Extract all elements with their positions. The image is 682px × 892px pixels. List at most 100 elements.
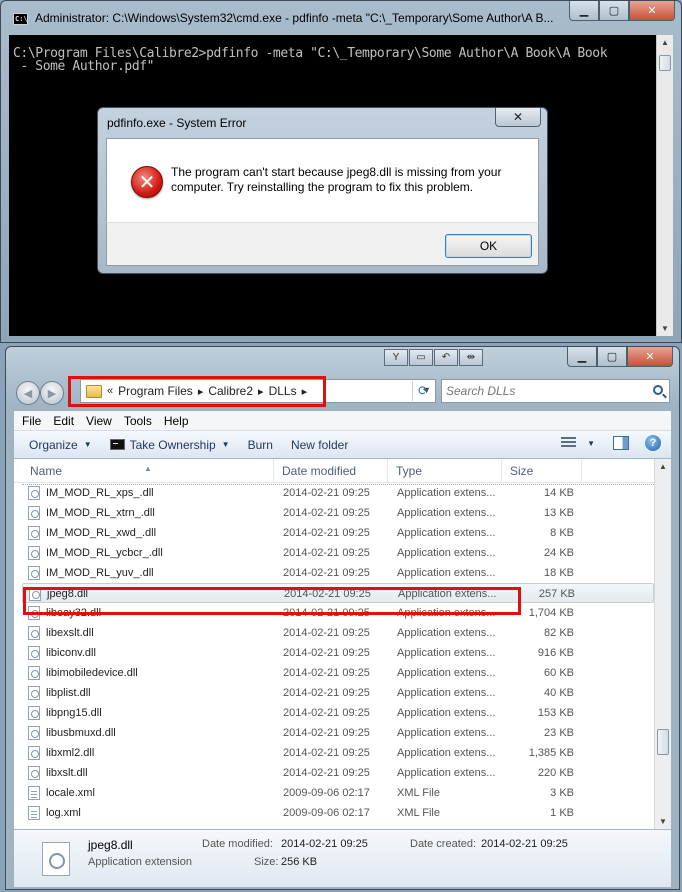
scroll-down-icon[interactable]: ▼: [659, 817, 667, 826]
file-size: 916 KB: [537, 647, 574, 659]
view-tool-icon[interactable]: ▭: [409, 349, 433, 366]
dll-file-icon: [28, 526, 40, 540]
details-size: 256 KB: [281, 856, 318, 868]
column-type[interactable]: Type: [388, 459, 502, 483]
breadcrumb-dlls[interactable]: DLLs: [269, 384, 297, 398]
file-name: log.xml: [46, 807, 81, 819]
search-icon[interactable]: [653, 385, 663, 395]
breadcrumb-program-files[interactable]: Program Files: [118, 384, 193, 398]
cmd-scrollbar[interactable]: ▲ ▼: [656, 35, 673, 336]
folder-icon: [86, 384, 102, 398]
menu-help[interactable]: Help: [164, 414, 189, 428]
breadcrumb-chevron-icon[interactable]: ▸: [258, 385, 264, 398]
cmd-minimize-button[interactable]: ▁: [569, 1, 599, 21]
table-row[interactable]: locale.xml 2009-09-06 02:17 XML File 3 KB: [22, 783, 654, 803]
file-size: 153 KB: [537, 707, 574, 719]
table-row[interactable]: libiconv.dll 2014-02-21 09:25 Application …: [22, 643, 654, 663]
file-type: Application extens...: [397, 727, 496, 739]
arrow-left-icon: ◀: [23, 387, 33, 400]
column-name[interactable]: ▲ Name: [22, 459, 274, 483]
cmd-app-icon: C:\: [13, 13, 28, 25]
table-row[interactable]: IM_MOD_RL_xps_.dll 2014-02-21 09:25 Applic…: [22, 483, 654, 503]
table-row[interactable]: libxml2.dll 2014-02-21 09:25 Application e…: [22, 743, 654, 763]
refresh-icon: ⟳: [418, 383, 429, 398]
table-row[interactable]: log.xml 2009-09-06 02:17 XML File 1 KB: [22, 803, 654, 823]
file-list-scrollbar[interactable]: ▲ ▼: [654, 459, 671, 829]
file-date: 2014-02-21 09:25: [283, 727, 370, 739]
file-list-scroll-thumb[interactable]: [657, 729, 669, 755]
burn-label: Burn: [247, 437, 273, 452]
cmd-close-button[interactable]: ✕: [629, 1, 675, 21]
cmd-titlebar[interactable]: C:\ Administrator: C:\Windows\System32\c…: [1, 1, 681, 35]
refresh-button[interactable]: ⟳: [412, 381, 434, 401]
scroll-up-icon[interactable]: ▲: [659, 462, 667, 471]
file-name: libplist.dll: [46, 687, 91, 699]
table-row[interactable]: IM_MOD_RL_xtrn_.dll 2014-02-21 09:25 Appli…: [22, 503, 654, 523]
breadcrumb-overflow[interactable]: «: [107, 385, 113, 397]
explorer-maximize-button[interactable]: ▢: [597, 347, 627, 367]
menu-tools[interactable]: Tools: [124, 414, 152, 428]
scroll-up-icon[interactable]: ▲: [661, 38, 669, 47]
address-bar[interactable]: « Program Files ▸ Calibre2 ▸ DLLs ▸ ▼: [80, 379, 436, 403]
preview-pane-icon[interactable]: [613, 436, 629, 450]
details-date-modified: 2014-02-21 09:25: [281, 838, 368, 850]
burn-button[interactable]: Burn: [248, 438, 273, 452]
table-row[interactable]: libimobiledevice.dll 2014-02-21 09:25 Appl…: [22, 663, 654, 683]
properties-tool-icon[interactable]: Y: [384, 349, 408, 366]
ok-button[interactable]: OK: [445, 234, 532, 258]
breadcrumb-chevron-icon[interactable]: ▸: [198, 385, 204, 398]
column-date-modified[interactable]: Date modified: [274, 459, 388, 483]
breadcrumb-calibre2[interactable]: Calibre2: [208, 384, 253, 398]
menu-edit[interactable]: Edit: [53, 414, 74, 428]
table-row[interactable]: IM_MOD_RL_yuv_.dll 2014-02-21 09:25 Applic…: [22, 563, 654, 583]
organize-button[interactable]: Organize ▼: [29, 438, 92, 452]
views-icon[interactable]: [561, 437, 577, 449]
dialog-close-button[interactable]: ✕: [495, 108, 541, 127]
table-row[interactable]: libeay32.dll 2014-02-21 09:25 Application …: [22, 603, 654, 623]
new-folder-label: New folder: [290, 437, 349, 452]
menu-file[interactable]: File: [22, 414, 41, 428]
column-size[interactable]: Size: [502, 459, 582, 483]
table-row-selected[interactable]: jpeg8.dll 2014-02-21 09:25 Application ext…: [22, 583, 654, 603]
file-size: 14 KB: [544, 487, 574, 499]
table-row[interactable]: libxslt.dll 2014-02-21 09:25 Application e…: [22, 763, 654, 783]
explorer-minimize-button[interactable]: ▁: [567, 347, 597, 367]
file-size: 1,385 KB: [528, 747, 574, 759]
forward-button[interactable]: ▶: [40, 381, 64, 405]
split-tool-icon[interactable]: ⇹: [459, 349, 483, 366]
cmd-scroll-thumb[interactable]: [659, 55, 671, 71]
undo-tool-icon[interactable]: ↶: [434, 349, 458, 366]
table-row[interactable]: libpng15.dll 2014-02-21 09:25 Application …: [22, 703, 654, 723]
minimize-icon: ▁: [577, 351, 587, 363]
explorer-close-button[interactable]: ✕: [627, 347, 673, 367]
dll-file-icon: [28, 486, 40, 500]
help-icon[interactable]: ?: [645, 435, 661, 451]
cmd-maximize-button[interactable]: ▢: [599, 1, 629, 21]
back-button[interactable]: ◀: [16, 381, 40, 405]
table-row[interactable]: libexslt.dll 2014-02-21 09:25 Application …: [22, 623, 654, 643]
dll-file-icon: [28, 566, 40, 580]
table-row[interactable]: IM_MOD_RL_ycbcr_.dll 2014-02-21 09:25 Appl…: [22, 543, 654, 563]
file-date: 2009-09-06 02:17: [283, 807, 370, 819]
arrow-right-icon: ▶: [47, 387, 57, 400]
take-ownership-button[interactable]: Take Ownership ▼: [109, 438, 230, 452]
dll-file-icon: [28, 766, 40, 780]
menu-view[interactable]: View: [86, 414, 112, 428]
table-row[interactable]: IM_MOD_RL_xwd_.dll 2014-02-21 09:25 Applic…: [22, 523, 654, 543]
dll-file-icon: [29, 587, 41, 601]
file-date: 2014-02-21 09:25: [283, 687, 370, 699]
file-type: Application extens...: [397, 707, 496, 719]
new-folder-button[interactable]: New folder: [291, 438, 348, 452]
scroll-down-icon[interactable]: ▼: [661, 324, 669, 333]
search-input[interactable]: [446, 383, 646, 399]
file-type: Application extens...: [397, 767, 496, 779]
file-date: 2014-02-21 09:25: [283, 607, 370, 619]
breadcrumb-chevron-icon[interactable]: ▸: [302, 385, 308, 398]
search-box[interactable]: [441, 379, 670, 403]
file-date: 2014-02-21 09:25: [283, 627, 370, 639]
file-date: 2014-02-21 09:25: [283, 667, 370, 679]
table-row[interactable]: libplist.dll 2014-02-21 09:25 Application …: [22, 683, 654, 703]
table-row[interactable]: libusbmuxd.dll 2014-02-21 09:25 Applicatio…: [22, 723, 654, 743]
chevron-down-icon[interactable]: ▼: [587, 439, 595, 448]
file-date: 2014-02-21 09:25: [283, 527, 370, 539]
